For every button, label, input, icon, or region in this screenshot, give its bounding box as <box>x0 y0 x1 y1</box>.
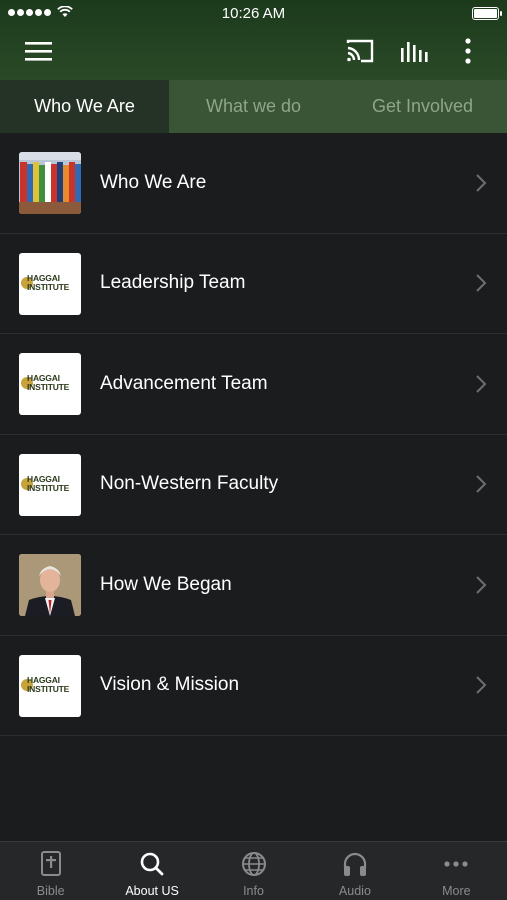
chevron-right-icon <box>476 576 487 594</box>
list-item[interactable]: How We Began <box>0 535 507 636</box>
list-item-label: Who We Are <box>100 171 207 193</box>
tab-label: More <box>442 884 471 898</box>
list-item-label: Advancement Team <box>100 372 268 394</box>
haggai-logo-thumbnail: HAGGAI INSTITUTE <box>19 654 81 717</box>
headphones-icon <box>343 852 367 876</box>
tab-more[interactable]: More <box>406 842 507 900</box>
logo-line2: INSTITUTE <box>27 382 70 392</box>
cast-icon[interactable] <box>345 38 375 64</box>
chevron-right-icon <box>476 375 487 393</box>
tab-audio[interactable]: Audio <box>304 842 405 900</box>
list-item[interactable]: Who We Are <box>0 133 507 234</box>
logo-line2: INSTITUTE <box>27 281 70 292</box>
list-item[interactable]: HAGGAI INSTITUTE Leadership Team <box>0 234 507 334</box>
tab-info[interactable]: Info <box>203 842 304 900</box>
section-tabs: Who We Are What we do Get Involved <box>0 80 507 133</box>
tab-who-we-are[interactable]: Who We Are <box>0 80 169 133</box>
bible-icon <box>40 851 61 876</box>
content-list: Who We Are HAGGAI INSTITUTE Leadership Te… <box>0 133 507 736</box>
list-item[interactable]: HAGGAI INSTITUTE Advancement Team <box>0 334 507 435</box>
app-header: 10:26 AM <box>0 0 507 80</box>
tab-label: Info <box>243 884 264 898</box>
list-item-label: Vision & Mission <box>100 674 240 696</box>
chevron-right-icon <box>476 174 487 192</box>
more-dots-icon <box>444 861 468 867</box>
haggai-logo-thumbnail: HAGGAI INSTITUTE <box>19 353 81 415</box>
haggai-logo-thumbnail: HAGGAI INSTITUTE <box>19 453 81 516</box>
tab-bible[interactable]: Bible <box>0 842 101 900</box>
logo-line2: INSTITUTE <box>27 482 70 493</box>
status-bar: 10:26 AM <box>0 0 507 28</box>
list-item-label: How We Began <box>100 573 232 595</box>
status-time: 10:26 AM <box>221 5 286 22</box>
tab-label: About US <box>125 884 179 898</box>
toolbar <box>0 30 507 80</box>
list-item[interactable]: HAGGAI INSTITUTE Non-Western Faculty <box>0 435 507 535</box>
search-icon <box>140 852 164 876</box>
founder-photo-thumbnail <box>19 554 81 616</box>
tab-what-we-do[interactable]: What we do <box>169 80 338 133</box>
list-item-label: Leadership Team <box>100 272 246 294</box>
chevron-right-icon <box>476 475 487 493</box>
tab-label: Audio <box>338 884 371 898</box>
tab-get-involved[interactable]: Get Involved <box>338 80 507 133</box>
bottom-tab-bar: Bible About US Info Audio More <box>0 841 507 900</box>
list-item[interactable]: HAGGAI INSTITUTE Vision & Mission <box>0 636 507 736</box>
battery-icon <box>472 7 502 20</box>
logo-line2: INSTITUTE <box>27 683 70 694</box>
flags-thumbnail <box>19 152 81 214</box>
globe-icon <box>241 852 266 876</box>
list-item-label: Non-Western Faculty <box>100 473 279 495</box>
tab-label: Bible <box>36 884 65 898</box>
chevron-right-icon <box>476 274 487 292</box>
equalizer-icon[interactable] <box>399 38 431 64</box>
menu-icon[interactable] <box>24 38 54 64</box>
overflow-menu-icon[interactable] <box>460 38 476 66</box>
tab-about-us[interactable]: About US <box>101 842 202 900</box>
haggai-logo-thumbnail: HAGGAI INSTITUTE <box>19 252 81 315</box>
chevron-right-icon <box>476 676 487 694</box>
